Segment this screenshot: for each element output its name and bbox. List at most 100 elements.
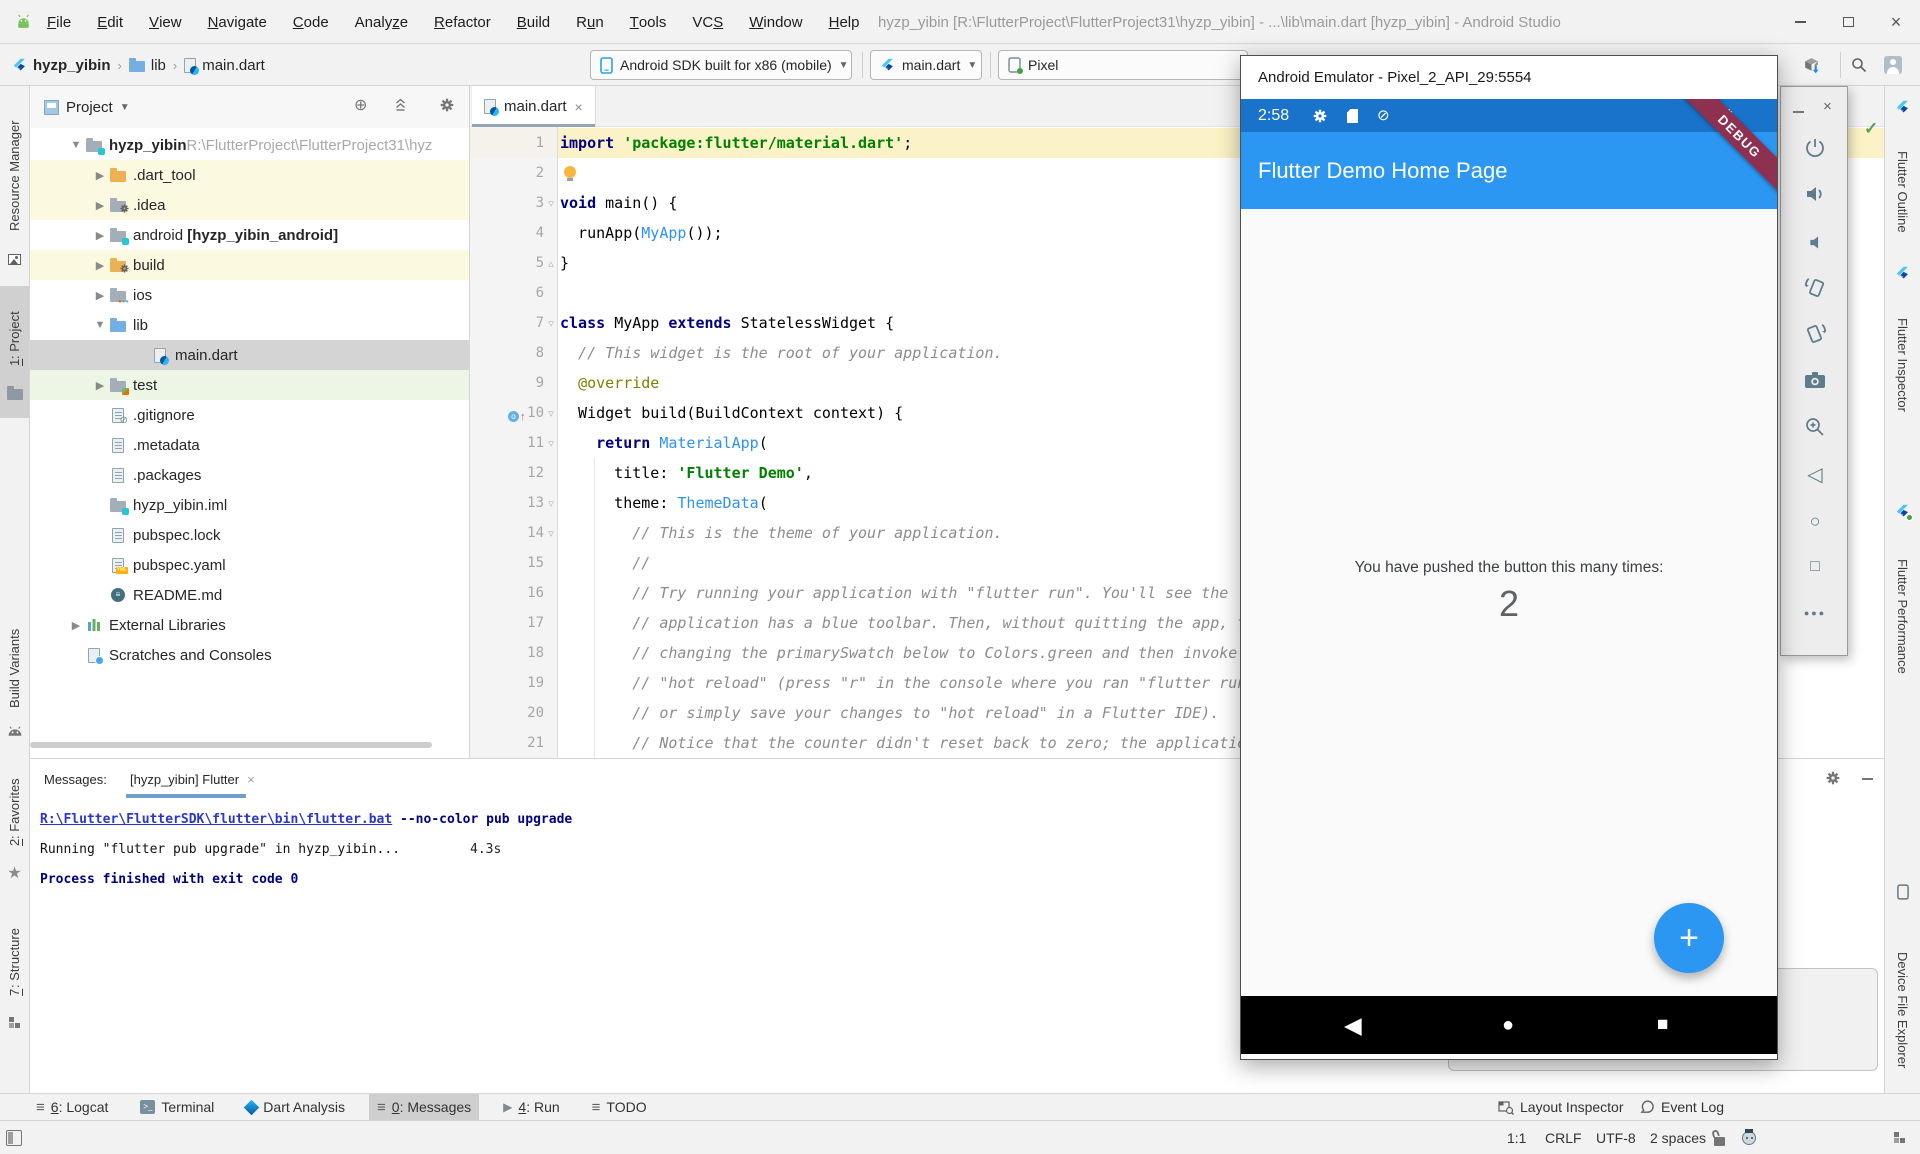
toolwindow-button-todo[interactable]: ≡TODO bbox=[584, 1094, 655, 1120]
chevron-right-icon[interactable]: ▶ bbox=[92, 259, 108, 272]
maximize-icon[interactable] bbox=[1824, 0, 1872, 44]
emulator-vol-down-button[interactable] bbox=[1781, 233, 1849, 252]
nav-back-icon[interactable]: ◀ bbox=[1344, 996, 1362, 1054]
toolwindow-button-4-run[interactable]: ▶4: Run bbox=[495, 1094, 568, 1120]
close-icon[interactable]: × bbox=[1872, 0, 1920, 44]
chevron-right-icon[interactable]: ▶ bbox=[92, 169, 108, 182]
tree-item-pubspec.lock[interactable]: pubspec.lock bbox=[30, 520, 469, 550]
menu-edit[interactable]: Edit bbox=[84, 0, 136, 44]
menu-code[interactable]: Code bbox=[280, 0, 342, 44]
profile-avatar[interactable] bbox=[1884, 56, 1902, 74]
hide-panel-icon[interactable] bbox=[1862, 778, 1873, 780]
menu-analyze[interactable]: Analyze bbox=[342, 0, 421, 44]
fab-increment-button[interactable]: + bbox=[1654, 903, 1724, 973]
tab-main-dart[interactable]: main.dart × bbox=[472, 86, 596, 127]
fold-marker-icon[interactable]: ▿ bbox=[544, 398, 558, 428]
breadcrumb-hyzp-yibin[interactable]: hyzp_yibin bbox=[12, 57, 111, 74]
stripe-2-favorites[interactable]: 2: Favorites bbox=[0, 772, 29, 852]
emulator-nav-square-button[interactable]: □ bbox=[1781, 559, 1849, 575]
chevron-right-icon[interactable]: ▶ bbox=[92, 229, 108, 242]
fold-marker-icon[interactable]: ▿ bbox=[544, 518, 558, 548]
status-1-1[interactable]: 1:1 bbox=[1507, 1121, 1526, 1154]
console-link[interactable]: R:\Flutter\FlutterSDK\flutter\bin\flutte… bbox=[40, 812, 392, 827]
fold-marker-icon[interactable]: ▿ bbox=[544, 308, 558, 338]
stripe-1-project[interactable]: 1: Project bbox=[0, 300, 29, 378]
close-icon[interactable]: × bbox=[1823, 98, 1832, 115]
overrides-method-icon[interactable]: o↑ bbox=[508, 406, 526, 423]
toolwindow-button-0-messages[interactable]: ≡0: Messages bbox=[369, 1094, 479, 1120]
locate-icon[interactable]: ⊕ bbox=[354, 98, 367, 114]
tree-item-test[interactable]: ▶test bbox=[30, 370, 469, 400]
menu-tools[interactable]: Tools bbox=[617, 0, 680, 44]
status-face-icon[interactable] bbox=[1742, 1121, 1756, 1154]
minimize-icon[interactable] bbox=[1776, 0, 1824, 44]
stripe-resource-manager[interactable]: Resource Manager bbox=[0, 100, 29, 252]
menu-vcs[interactable]: VCS bbox=[679, 0, 736, 44]
menu-file[interactable]: File bbox=[34, 0, 84, 44]
stripe-flutter-performance[interactable]: Flutter Performance bbox=[1885, 534, 1920, 698]
minimize-icon[interactable] bbox=[1793, 111, 1804, 113]
toolwindow-button-terminal[interactable]: >_Terminal bbox=[132, 1094, 222, 1120]
tree-item-external-libraries[interactable]: ▶External Libraries bbox=[30, 610, 469, 640]
stripe-flutter-outline[interactable]: Flutter Outline bbox=[1885, 126, 1920, 258]
menu-refactor[interactable]: Refactor bbox=[421, 0, 504, 44]
toolwindow-button-dart-analysis[interactable]: Dart Analysis bbox=[238, 1094, 353, 1120]
tree-item-pubspec.yaml[interactable]: YMLpubspec.yaml bbox=[30, 550, 469, 580]
tree-item-hyzp-yibin.iml[interactable]: hyzp_yibin.iml bbox=[30, 490, 469, 520]
chevron-right-icon[interactable]: ▶ bbox=[92, 289, 108, 302]
tree-item-android[interactable]: ▶android [hyzp_yibin_android] bbox=[30, 220, 469, 250]
menu-navigate[interactable]: Navigate bbox=[195, 0, 280, 44]
emulator-vol-up-button[interactable] bbox=[1781, 183, 1849, 205]
messages-tab[interactable]: [hyzp_yibin] Flutter × bbox=[130, 759, 255, 799]
tree-item-scratches-and-consoles[interactable]: Scratches and Consoles bbox=[30, 640, 469, 670]
chevron-right-icon[interactable]: ▶ bbox=[92, 379, 108, 392]
tree-item-build[interactable]: ▶build bbox=[30, 250, 469, 280]
tree-item-.dart-tool[interactable]: ▶.dart_tool bbox=[30, 160, 469, 190]
tab-close-icon[interactable]: × bbox=[247, 772, 255, 787]
lock-open-icon[interactable] bbox=[1714, 1121, 1725, 1154]
sdk-manager-icon[interactable] bbox=[1802, 56, 1821, 75]
menu-window[interactable]: Window bbox=[736, 0, 815, 44]
toolwindow-button-6-logcat[interactable]: ≡6: Logcat bbox=[28, 1094, 116, 1120]
emulator-nav-back-button[interactable]: ◁ bbox=[1781, 465, 1849, 485]
stripe-device-file-explorer[interactable]: Device File Explorer bbox=[1885, 914, 1920, 1106]
intention-bulb-icon[interactable] bbox=[564, 165, 576, 181]
menu-help[interactable]: Help bbox=[816, 0, 873, 44]
menu-build[interactable]: Build bbox=[504, 0, 563, 44]
tab-close-icon[interactable]: × bbox=[575, 99, 583, 115]
fold-marker-icon[interactable]: ▿ bbox=[544, 488, 558, 518]
status-utf-8[interactable]: UTF-8 bbox=[1596, 1121, 1636, 1154]
emulator-zoom-in-button[interactable] bbox=[1781, 416, 1849, 438]
fold-marker-icon[interactable]: ▿ bbox=[544, 428, 558, 458]
fold-marker-icon[interactable]: ▿ bbox=[544, 188, 558, 218]
fold-marker-icon[interactable]: ▵ bbox=[544, 248, 558, 278]
corner-grid-icon[interactable] bbox=[1893, 1121, 1906, 1154]
tree-item-readme.md[interactable]: ≡README.md bbox=[30, 580, 469, 610]
tree-item-lib[interactable]: ▼lib bbox=[30, 310, 469, 340]
status-2-spaces[interactable]: 2 spaces bbox=[1650, 1121, 1706, 1154]
chevron-down-icon[interactable]: ▼ bbox=[68, 139, 84, 151]
tree-item-ios[interactable]: ▶●●●ios bbox=[30, 280, 469, 310]
tree-item-.metadata[interactable]: .metadata bbox=[30, 430, 469, 460]
device-selector[interactable]: Android SDK built for x86 (mobile) ▼ bbox=[590, 50, 852, 80]
tree-item-.packages[interactable]: .packages bbox=[30, 460, 469, 490]
emulator-rot-left-button[interactable] bbox=[1781, 276, 1849, 299]
breadcrumb-lib[interactable]: lib bbox=[129, 57, 166, 74]
stripe-7-structure[interactable]: 7: Structure bbox=[0, 922, 29, 1002]
stripe-build-variants[interactable]: Build Variants bbox=[0, 622, 29, 714]
breadcrumb-main-dart[interactable]: main.dart bbox=[184, 57, 265, 74]
toolwindow-button-event-log[interactable]: Event Log bbox=[1640, 1094, 1724, 1120]
emulator-title-bar[interactable]: Android Emulator - Pixel_2_API_29:5554 bbox=[1241, 56, 1777, 99]
toolwindow-button-layout-inspector[interactable]: Layout Inspector bbox=[1498, 1094, 1624, 1120]
chevron-down-icon[interactable]: ▼ bbox=[92, 319, 108, 331]
tool-window-switcher-icon[interactable] bbox=[6, 1130, 22, 1146]
device-button[interactable]: Pixel bbox=[998, 50, 1248, 80]
tree-item-.gitignore[interactable]: ⊘.gitignore bbox=[30, 400, 469, 430]
nav-overview-icon[interactable]: ■ bbox=[1657, 996, 1668, 1054]
settings-gear-icon[interactable] bbox=[1826, 771, 1840, 785]
tree-item-main.dart[interactable]: main.dart bbox=[30, 340, 469, 370]
search-icon[interactable] bbox=[1851, 57, 1867, 73]
horizontal-scrollbar[interactable] bbox=[30, 742, 432, 748]
tree-item-hyzp-yibin[interactable]: ▼hyzp_yibin R:\FlutterProject\FlutterPro… bbox=[30, 130, 469, 160]
settings-gear-icon[interactable] bbox=[440, 98, 454, 112]
